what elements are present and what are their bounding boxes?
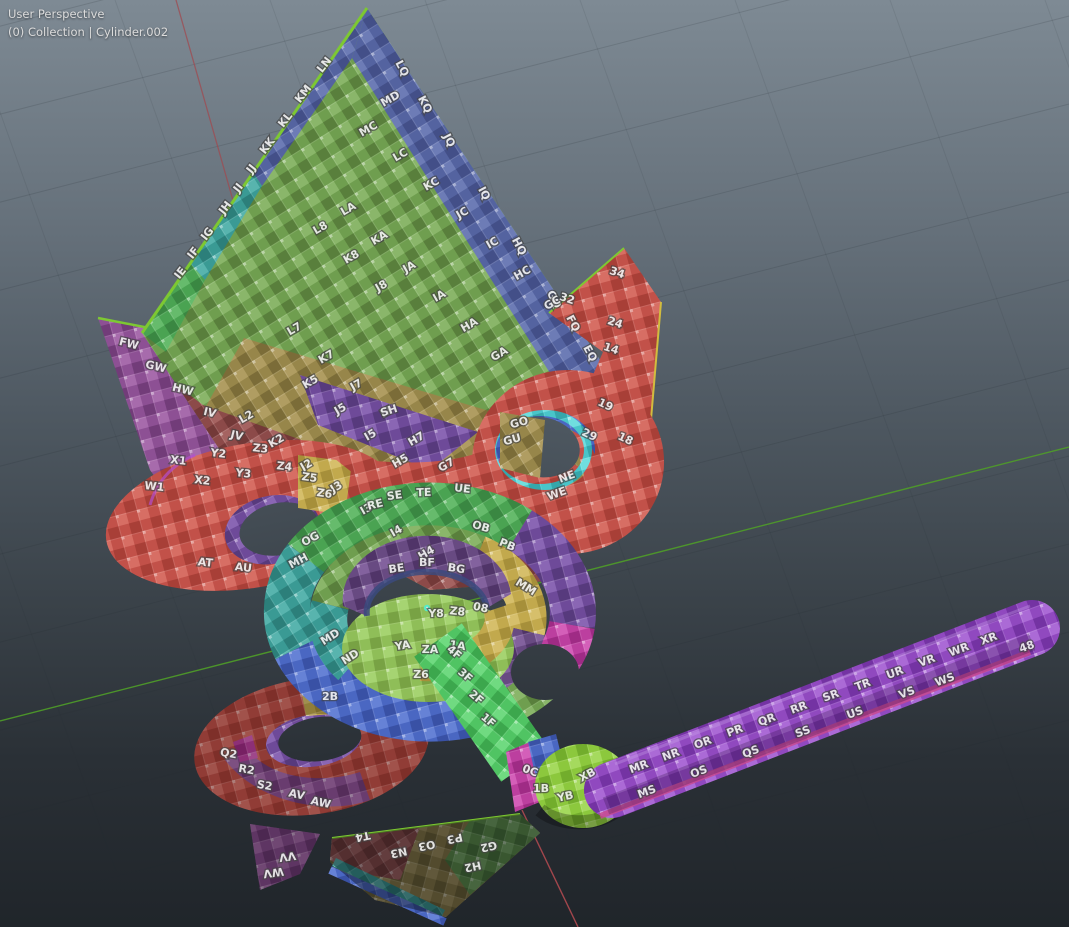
svg-text:2B: 2B	[322, 690, 338, 703]
svg-text:Z4: Z4	[276, 459, 293, 474]
gap-hole	[511, 644, 579, 700]
collection-breadcrumb: (0) Collection | Cylinder.002	[8, 23, 168, 41]
view-perspective-label: User Perspective	[8, 5, 168, 23]
viewport-canvas[interactable]: LQKQJQIQHQGQFQEQLNKMKLKKJJJIJHIGIFIEMDMC…	[0, 0, 1069, 927]
svg-text:Z8: Z8	[449, 604, 466, 619]
svg-text:Z6: Z6	[413, 668, 429, 681]
svg-text:VV: VV	[278, 849, 297, 864]
svg-text:ZA: ZA	[422, 643, 439, 656]
svg-text:Z6: Z6	[316, 486, 334, 501]
svg-text:X2: X2	[194, 473, 211, 488]
svg-text:AT: AT	[197, 555, 214, 570]
blender-viewport[interactable]: LQKQJQIQHQGQFQEQLNKMKLKKJJJIJHIGIFIEMDMC…	[0, 0, 1069, 927]
svg-text:YA: YA	[393, 638, 412, 653]
svg-text:BE: BE	[388, 561, 406, 576]
svg-text:BF: BF	[419, 556, 435, 569]
svg-text:BG: BG	[447, 561, 466, 576]
svg-text:1B: 1B	[533, 782, 549, 795]
viewport-header-overlay: User Perspective (0) Collection | Cylind…	[8, 5, 168, 41]
svg-text:W1: W1	[144, 479, 165, 494]
svg-text:Y2: Y2	[209, 446, 227, 461]
svg-text:Y3: Y3	[234, 466, 252, 481]
svg-text:S2: S2	[256, 778, 274, 794]
svg-text:UE: UE	[454, 481, 472, 496]
svg-text:X1: X1	[170, 453, 187, 468]
svg-text:R2: R2	[238, 762, 256, 778]
svg-text:AU: AU	[234, 560, 252, 575]
svg-text:Z5: Z5	[301, 470, 318, 485]
svg-text:SE: SE	[386, 488, 403, 503]
svg-text:Z3: Z3	[252, 441, 269, 456]
svg-text:TE: TE	[416, 486, 431, 500]
svg-text:Y8: Y8	[427, 607, 444, 620]
